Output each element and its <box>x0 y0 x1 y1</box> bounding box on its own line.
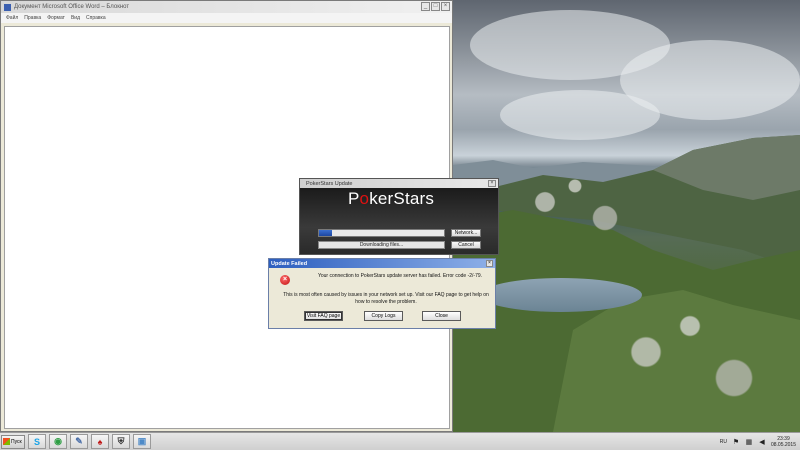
network-icon[interactable]: ▦ <box>745 438 753 446</box>
window-taskbar-icon[interactable]: ▣ <box>133 434 151 449</box>
windows-logo-icon <box>3 438 10 445</box>
error-help-text: This is most often caused by issues in y… <box>283 292 489 305</box>
pokerstars-update-close-button[interactable]: × <box>488 180 496 187</box>
notepad-titlebar[interactable]: Документ Microsoft Office Word – Блокнот… <box>1 1 452 13</box>
pokerstars-update-title: PokerStars Update <box>306 180 353 187</box>
network-button[interactable]: Network... <box>451 229 481 237</box>
menu-edit[interactable]: Правка <box>24 15 41 21</box>
error-message: Your connection to PokerStars update ser… <box>317 273 483 279</box>
visit-faq-button[interactable]: Visit FAQ page <box>304 311 343 321</box>
language-indicator[interactable]: RU <box>720 439 727 445</box>
update-failed-close-icon[interactable]: × <box>486 260 493 267</box>
download-progress-fill <box>319 230 332 236</box>
menu-help[interactable]: Справка <box>86 15 106 21</box>
error-icon: × <box>280 275 290 285</box>
cancel-button[interactable]: Cancel <box>451 241 481 249</box>
logo-text-start: P <box>348 189 360 208</box>
menu-format[interactable]: Формат <box>47 15 65 21</box>
copy-logs-button[interactable]: Copy Logs <box>364 311 403 321</box>
start-button[interactable]: Пуск <box>1 434 25 449</box>
notepad-app-icon <box>4 3 11 11</box>
menu-view[interactable]: Вид <box>71 15 80 21</box>
clock-date: 08.05.2015 <box>770 442 796 448</box>
start-label: Пуск <box>11 438 22 445</box>
logo-spade-o: o <box>359 189 370 208</box>
download-status: Downloading files... <box>318 241 445 249</box>
close-button[interactable]: × <box>441 2 450 11</box>
logo-text-end: kerStars <box>369 189 435 208</box>
pokerstars-taskbar-icon[interactable]: ♠ <box>91 434 109 449</box>
update-failed-titlebar[interactable]: Update Failed × <box>269 259 495 268</box>
menu-file[interactable]: Файл <box>6 15 18 21</box>
rocks <box>500 170 650 250</box>
notepad-menubar: Файл Правка Формат Вид Справка <box>1 13 452 23</box>
update-failed-dialog: Update Failed × × Your connection to Pok… <box>268 258 496 329</box>
volume-icon[interactable]: ◀ <box>758 438 766 446</box>
skype-taskbar-icon[interactable]: S <box>28 434 46 449</box>
close-button[interactable]: Close <box>422 311 461 321</box>
pokerstars-update-titlebar[interactable]: PokerStars Update × <box>300 179 498 188</box>
app-taskbar-icon[interactable]: ✎ <box>70 434 88 449</box>
system-tray: RU ⚑ ▦ ◀ 23:39 08.05.2015 <box>720 433 796 450</box>
notepad-title: Документ Microsoft Office Word – Блокнот <box>14 4 130 10</box>
pokerstars-update-body: PokerStars Downloading files... Network.… <box>300 188 498 254</box>
flag-icon[interactable]: ⚑ <box>732 438 740 446</box>
maximize-button[interactable]: □ <box>431 2 440 11</box>
pokerstars-logo: PokerStars <box>348 189 434 209</box>
taskbar: Пуск S ◉ ✎ ♠ ⛨ ▣ RU ⚑ ▦ ◀ 23:39 08.05.20… <box>0 432 800 450</box>
minimize-button[interactable]: _ <box>421 2 430 11</box>
window-controls: _ □ × <box>421 2 450 11</box>
download-progress-bar <box>318 229 445 237</box>
clock[interactable]: 23:39 08.05.2015 <box>771 436 796 448</box>
shield-taskbar-icon[interactable]: ⛨ <box>112 434 130 449</box>
chrome-taskbar-icon[interactable]: ◉ <box>49 434 67 449</box>
rocks <box>580 300 800 430</box>
update-failed-title: Update Failed <box>271 260 308 267</box>
pokerstars-update-window: PokerStars Update × PokerStars Downloadi… <box>299 178 499 255</box>
